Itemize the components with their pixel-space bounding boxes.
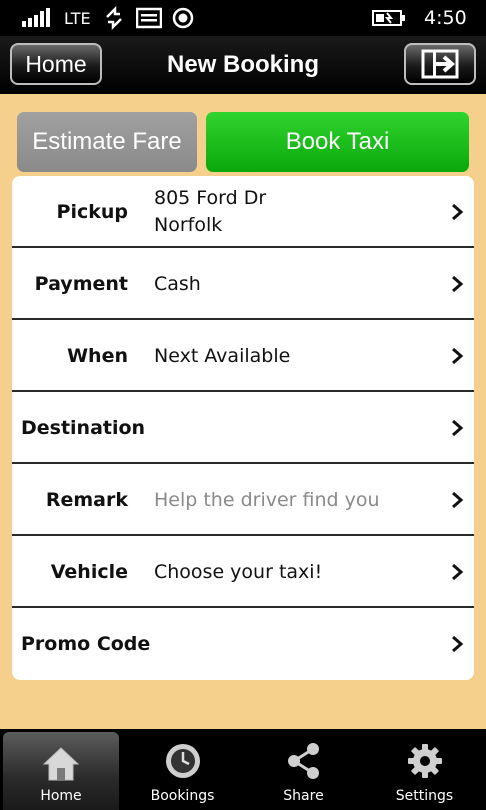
network-type: LTE	[64, 8, 91, 28]
estimate-fare-button[interactable]: Estimate Fare	[17, 112, 197, 172]
payment-label: Payment	[34, 273, 128, 295]
tab-share-label: Share	[283, 788, 324, 804]
app-header: Home New Booking	[0, 36, 486, 94]
tab-home[interactable]: Home	[3, 732, 119, 810]
chevron-right-icon	[452, 347, 464, 365]
destination-row[interactable]: Destination	[12, 392, 474, 464]
remark-row[interactable]: Remark Help the driver find you	[12, 464, 474, 536]
vehicle-label: Vehicle	[50, 561, 128, 583]
house-icon	[42, 747, 80, 781]
page-title: New Booking	[166, 51, 319, 78]
chevron-right-icon	[452, 635, 464, 653]
promo-code-row[interactable]: Promo Code	[12, 608, 474, 680]
status-bar: LTE 4:50	[0, 0, 486, 36]
clock-time: 4:50	[424, 7, 467, 29]
when-row[interactable]: When Next Available	[12, 320, 474, 392]
booking-content: Estimate Fare Book Taxi Pickup 805 Ford …	[0, 94, 486, 729]
payment-row[interactable]: Payment Cash	[12, 248, 474, 320]
chevron-right-icon	[452, 275, 464, 293]
when-value: Next Available	[154, 344, 291, 367]
chevron-right-icon	[452, 203, 464, 221]
vehicle-value: Choose your taxi!	[154, 560, 323, 583]
remark-label: Remark	[45, 489, 128, 511]
tab-home-label: Home	[40, 788, 82, 804]
tab-settings-label: Settings	[395, 788, 454, 804]
pickup-value: 805 Ford Dr Norfolk	[154, 176, 444, 248]
tab-share[interactable]: Share	[243, 729, 364, 810]
gear-icon	[408, 744, 442, 778]
clock-icon	[166, 744, 200, 778]
home-button[interactable]: Home	[10, 43, 102, 85]
location-icon	[172, 0, 194, 36]
pickup-address-line2: Norfolk	[154, 214, 223, 236]
pickup-label: Pickup	[56, 201, 128, 223]
tab-settings[interactable]: Settings	[364, 729, 485, 810]
promo-code-label: Promo Code	[21, 633, 151, 655]
tab-bookings-label: Bookings	[150, 788, 215, 804]
booking-form: Pickup 805 Ford Dr Norfolk Payment Cash …	[12, 176, 474, 680]
payment-value: Cash	[154, 272, 201, 295]
signal-strength-icon	[22, 0, 56, 36]
remark-placeholder: Help the driver find you	[154, 488, 380, 511]
logout-arrow-icon	[421, 49, 459, 79]
destination-label: Destination	[21, 417, 146, 439]
when-label: When	[67, 345, 128, 367]
data-transfer-icon	[104, 0, 124, 36]
book-taxi-button[interactable]: Book Taxi	[206, 112, 469, 172]
logout-button[interactable]	[404, 43, 476, 85]
chevron-right-icon	[452, 563, 464, 581]
pickup-row[interactable]: Pickup 805 Ford Dr Norfolk	[12, 176, 474, 248]
tab-bookings[interactable]: Bookings	[122, 729, 243, 810]
pickup-address-line1: 805 Ford Dr	[154, 187, 267, 209]
chevron-right-icon	[452, 491, 464, 509]
share-icon	[288, 743, 319, 779]
battery-charging-icon	[372, 0, 408, 36]
chevron-right-icon	[452, 419, 464, 437]
bottom-tab-bar: Home Bookings Share Settings	[0, 729, 486, 810]
vehicle-row[interactable]: Vehicle Choose your taxi!	[12, 536, 474, 608]
message-icon	[136, 0, 162, 36]
